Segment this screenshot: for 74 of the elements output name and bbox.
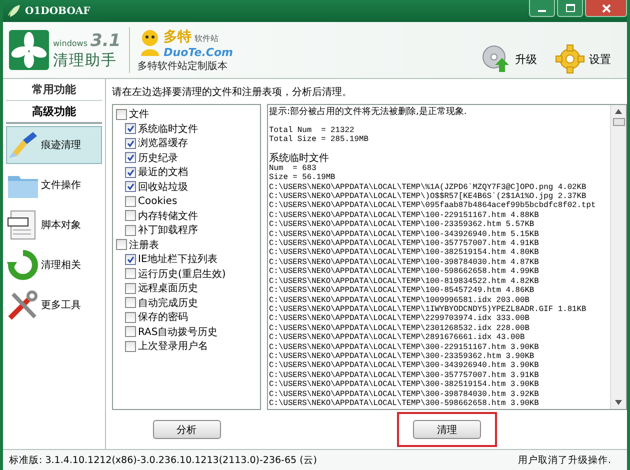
checkbox[interactable]	[125, 326, 136, 338]
sidebar-item[interactable]: 痕迹清理	[6, 126, 102, 164]
tree-item-label[interactable]: 文件	[129, 107, 149, 122]
checkbox[interactable]	[125, 210, 136, 222]
sidebar-item[interactable]: 更多工具	[6, 286, 102, 324]
tree-item-label[interactable]: 运行历史(重启生效)	[138, 266, 226, 281]
version-number: 3.1	[90, 30, 121, 50]
minimize-button[interactable]	[529, 0, 555, 17]
action-button[interactable]: 清理	[413, 420, 481, 439]
window-title: O1DOBOAF	[25, 6, 90, 16]
partner-name: 多特	[164, 28, 192, 46]
tree-item-label[interactable]: 远程桌面历史	[138, 281, 198, 296]
scrollbar[interactable]	[610, 105, 626, 409]
sidebar-item[interactable]: 清理相关	[6, 246, 102, 284]
up-arrow-icon	[615, 109, 622, 114]
close-button[interactable]	[585, 0, 627, 17]
checkbox[interactable]	[125, 297, 136, 308]
checkmark-icon	[127, 256, 134, 263]
partner-site: DuoTe.Com	[164, 46, 233, 58]
checkbox[interactable]	[125, 312, 136, 323]
section-heading: 系统临时文件	[269, 152, 330, 164]
action-button[interactable]: 分析	[152, 420, 220, 439]
checkbox[interactable]	[116, 239, 127, 250]
checkbox[interactable]	[125, 196, 136, 207]
partner-suffix: 软件站	[194, 32, 219, 44]
tree-item-label[interactable]: IE地址栏下拉列表	[138, 252, 218, 266]
checkbox[interactable]	[125, 282, 136, 294]
tree-item-label[interactable]: 保存的密码	[138, 310, 188, 324]
instruction-text: 请在左边选择要清理的文件和注册表项，分析后清理。	[112, 86, 353, 99]
tree-item-label[interactable]: Cookies	[138, 196, 178, 207]
status-message: 用户取消了升级操作.	[518, 454, 611, 466]
product-name: 清理助手	[53, 50, 117, 70]
toolbar-button[interactable]: 设置	[555, 44, 611, 74]
gear-icon	[555, 44, 585, 74]
tree-item-label[interactable]: 内存转储文件	[138, 208, 198, 223]
scrollbar-thumb[interactable]	[612, 118, 624, 126]
disc-arrow-icon	[481, 44, 511, 74]
tree-item-label[interactable]: 上次登录用户名	[138, 339, 208, 354]
tree-item-label[interactable]: 历史纪录	[138, 150, 178, 165]
tree-item-label[interactable]: 浏览器缓存	[138, 136, 188, 150]
circular-arrow-icon	[7, 250, 39, 280]
toolbar-button[interactable]: 升级	[481, 44, 537, 74]
checkbox[interactable]	[125, 268, 136, 280]
checkbox[interactable]	[125, 166, 136, 178]
tree-item-label[interactable]: 自动完成历史	[138, 296, 198, 310]
close-icon	[602, 4, 610, 12]
tree-item-label[interactable]: 最近的文档	[138, 165, 188, 180]
broom-icon	[7, 130, 39, 160]
tree-item-label[interactable]: 回收站垃圾	[138, 180, 188, 194]
version-text: 标准版: 3.1.4.10.1212(x86)-3.0.236.10.1213(2113.0)-236-65 (云)	[9, 454, 317, 466]
flower-logo-icon	[9, 30, 49, 70]
edition-text: windows	[53, 38, 88, 48]
down-arrow-icon	[615, 400, 622, 405]
leaf-icon	[7, 4, 21, 18]
wrench-screwdriver-icon	[7, 290, 39, 320]
checkbox[interactable]	[125, 181, 136, 192]
sidebar-item[interactable]: 文件操作	[6, 166, 102, 204]
checkbox[interactable]	[125, 152, 136, 164]
tree-item-label[interactable]: RAS自动拨号历史	[138, 324, 218, 339]
checkbox[interactable]	[116, 108, 127, 120]
sidebar-tab[interactable]: 常用功能	[6, 79, 102, 101]
checkbox[interactable]	[125, 224, 136, 236]
sidebar-item[interactable]: 脚本对象	[6, 206, 102, 244]
log-line: 提示:部分被占用的文件将无法被删除,是正常现象.	[269, 107, 468, 118]
tree-item-label[interactable]: 系统临时文件	[138, 122, 198, 136]
sidebar-tab[interactable]: 高级功能	[6, 101, 102, 124]
tree-item-label[interactable]: 补丁卸载程序	[138, 223, 198, 238]
partner-caption: 多特软件站定制版本	[138, 60, 229, 72]
checkbox[interactable]	[125, 138, 136, 149]
checkbox[interactable]	[125, 340, 136, 352]
maximize-button[interactable]	[557, 0, 583, 17]
checkbox[interactable]	[125, 254, 136, 265]
checkbox[interactable]	[125, 123, 136, 134]
tree-item-label[interactable]: 注册表	[129, 238, 159, 252]
